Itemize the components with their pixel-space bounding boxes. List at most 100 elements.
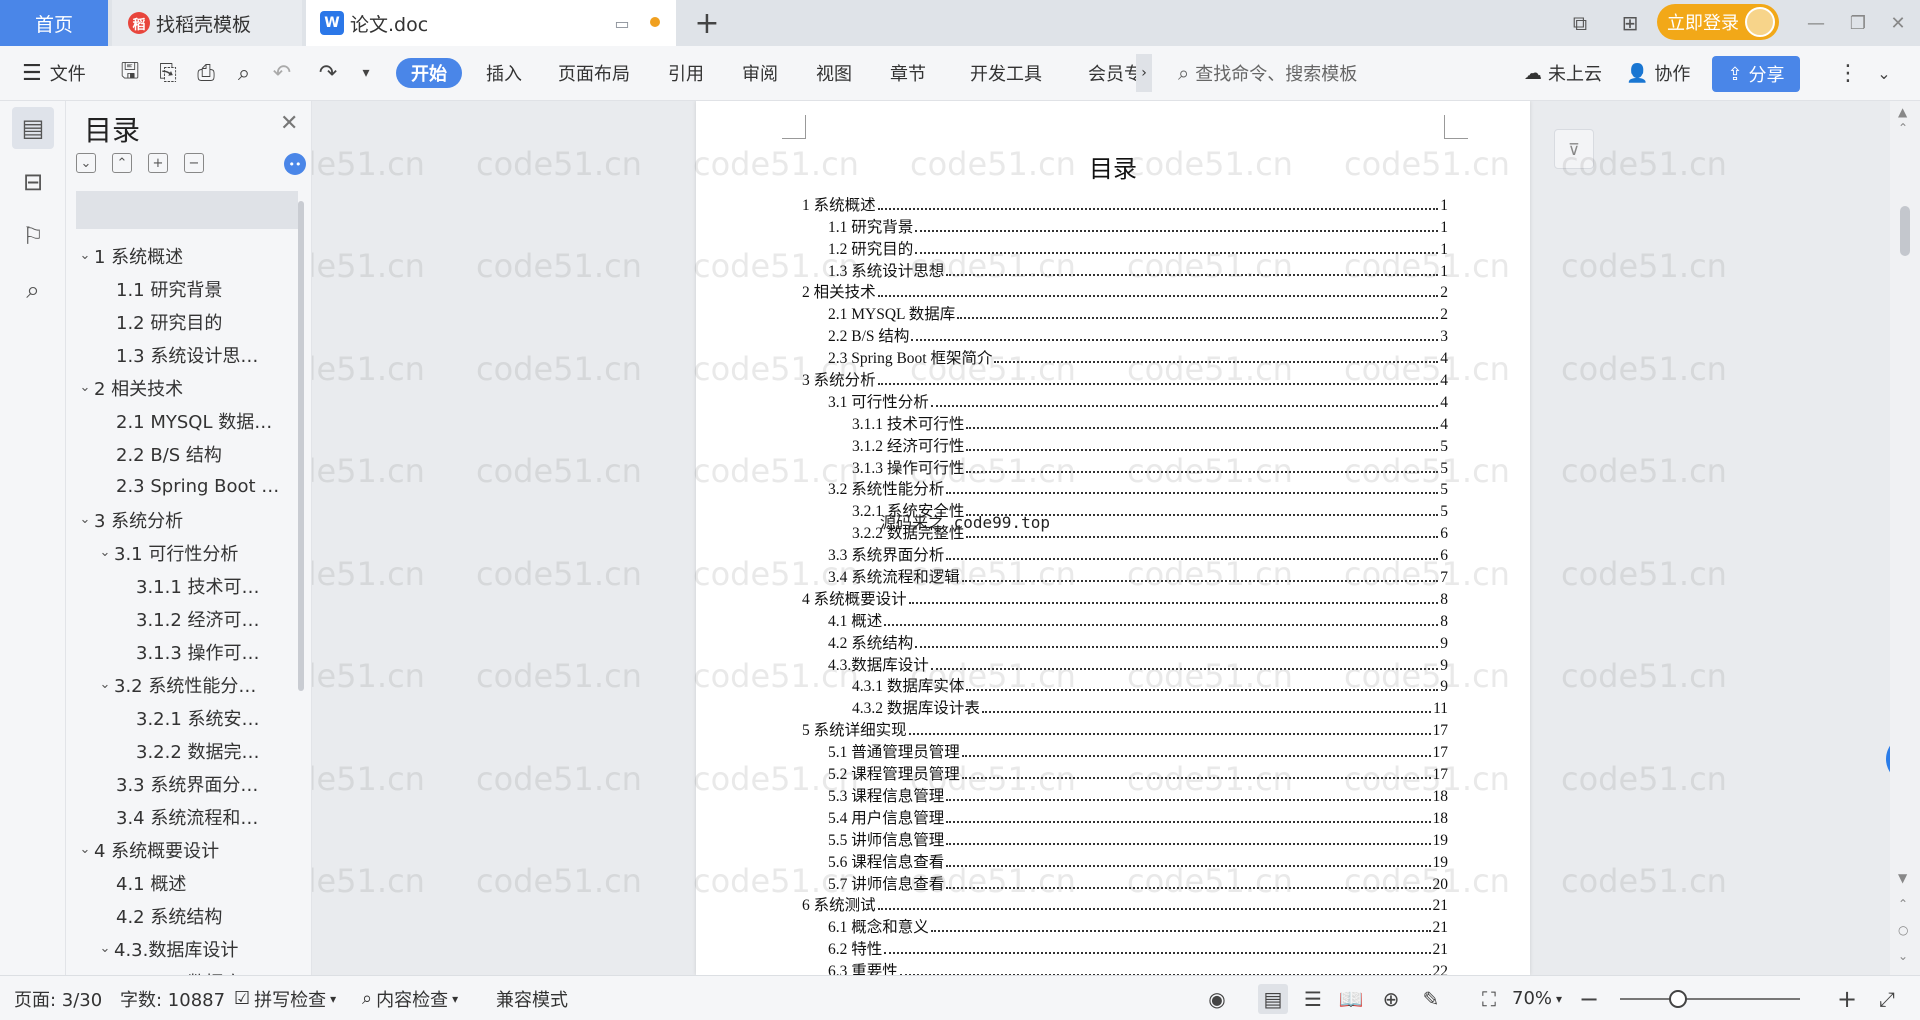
toc-entry[interactable]: 5.2 课程管理员管理 17	[802, 762, 1448, 784]
ribbon-tab-section[interactable]: 章节	[890, 54, 926, 92]
ribbon-tab-insert[interactable]: 插入	[486, 54, 522, 92]
redo-icon[interactable]: ↷	[312, 54, 344, 92]
toc-entry[interactable]: 3.1.1 技术可行性 4	[802, 412, 1448, 434]
ai-assistant-icon[interactable]: ••	[284, 153, 306, 175]
page-view-icon[interactable]: ▤	[1258, 984, 1288, 1014]
scroll-down-icon[interactable]: ▼	[1898, 871, 1907, 885]
close-icon[interactable]: ✕	[280, 111, 298, 136]
toc-item[interactable]: 3.1.2 经济可…	[76, 602, 298, 635]
minimize-icon[interactable]: —	[1796, 6, 1836, 40]
chevron-down-icon[interactable]: ⌄	[76, 380, 94, 395]
toc-entry[interactable]: 5.5 讲师信息管理 19	[802, 828, 1448, 850]
ribbon-tab-member[interactable]: 会员专	[1088, 54, 1142, 92]
toc-entry[interactable]: 5.4 用户信息管理 18	[802, 806, 1448, 828]
toc-item[interactable]: 4.2 系统结构	[76, 899, 298, 932]
scroll-up-icon[interactable]: ▲	[1898, 105, 1907, 119]
toc-entry[interactable]: 4 系统概要设计 8	[802, 587, 1448, 609]
toc-entry[interactable]: 2.1 MYSQL 数据库 2	[802, 302, 1448, 324]
toc-entry[interactable]: 3.3 系统界面分析 6	[802, 543, 1448, 565]
toc-entry[interactable]: 6.2 特性 21	[802, 937, 1448, 959]
share-button[interactable]: ⇪ 分享	[1712, 56, 1800, 92]
grid-apps-icon[interactable]: ⊞	[1612, 8, 1648, 38]
zoom-level[interactable]: 70% ▾	[1512, 976, 1562, 1020]
chevron-down-icon[interactable]: ⌄	[96, 545, 114, 560]
print-preview-icon[interactable]: ⌕	[228, 54, 260, 92]
chapter-nav-icon[interactable]: ⊟	[12, 161, 54, 203]
toc-entry[interactable]: 1.1 研究背景 1	[802, 215, 1448, 237]
toc-entry[interactable]: 5.7 讲师信息查看 20	[802, 872, 1448, 894]
ribbon-tab-developer[interactable]: 开发工具	[970, 54, 1042, 92]
toc-item[interactable]: 3.4 系统流程和…	[76, 800, 298, 833]
ribbon-tab-review[interactable]: 审阅	[742, 54, 778, 92]
toc-item[interactable]: ⌄ 4 系统概要设计	[76, 833, 298, 866]
toc-item[interactable]: ⌄ 2 相关技术	[76, 371, 298, 404]
fullscreen-icon[interactable]: ⤢	[1872, 984, 1902, 1014]
toc-entry[interactable]: 5 系统详细实现 17	[802, 718, 1448, 740]
tab-home[interactable]: 首页	[0, 0, 108, 46]
toc-entry[interactable]: 3 系统分析 4	[802, 368, 1448, 390]
zoom-slider-knob[interactable]	[1668, 990, 1687, 1008]
promote-level-icon[interactable]: +	[148, 153, 168, 173]
file-menu[interactable]: ☰ 文件	[22, 54, 86, 92]
export-pdf-icon[interactable]: ⎘	[152, 54, 184, 92]
toc-item[interactable]: 2.2 B/S 结构	[76, 437, 298, 470]
ribbon-tab-view[interactable]: 视图	[816, 54, 852, 92]
toc-item[interactable]: 3.2.1 系统安…	[76, 701, 298, 734]
toc-item[interactable]: ⌄ 3 系统分析	[76, 503, 298, 536]
toc-entry[interactable]: 6 系统测试 21	[802, 894, 1448, 916]
restore-icon[interactable]: ❐	[1838, 6, 1878, 40]
toc-entry[interactable]: 6.3 重要性 22	[802, 959, 1448, 975]
toc-scrollbar[interactable]	[298, 201, 304, 691]
quick-access-dropdown-icon[interactable]: ▾	[350, 54, 382, 92]
toc-entry[interactable]: 1 系统概述 1	[802, 193, 1448, 215]
expand-all-icon[interactable]: ⌄	[76, 153, 96, 173]
toc-entry[interactable]: 3.4 系统流程和逻辑 7	[802, 565, 1448, 587]
toc-entry[interactable]: 4.1 概述 8	[802, 609, 1448, 631]
select-browse-icon[interactable]: ○	[1898, 923, 1908, 937]
collapse-all-icon[interactable]: ⌃	[112, 153, 132, 173]
spell-check-button[interactable]: ☑ 拼写检查 ▾	[234, 976, 336, 1020]
toc-item[interactable]: 3.2.2 数据完…	[76, 734, 298, 767]
toc-entry[interactable]: 4.3.数据库设计 9	[802, 653, 1448, 675]
toc-entry[interactable]: 5.1 普通管理员管理 17	[802, 740, 1448, 762]
toc-entry[interactable]: 2 相关技术 2	[802, 281, 1448, 303]
toc-entry[interactable]: 2.2 B/S 结构 3	[802, 324, 1448, 346]
tab-daoke-templates[interactable]: 稻 找稻壳模板	[112, 0, 302, 46]
next-page-icon[interactable]: ⌄	[1898, 949, 1908, 963]
web-view-icon[interactable]: ⊕	[1376, 984, 1406, 1014]
toc-entry[interactable]: 3.1 可行性分析 4	[802, 390, 1448, 412]
save-icon[interactable]: 🖫	[114, 54, 146, 92]
collapse-ribbon-icon[interactable]: ⌄	[1868, 54, 1900, 92]
zoom-in-icon[interactable]: +	[1832, 984, 1862, 1014]
cloud-status[interactable]: ☁ 未上云	[1524, 54, 1602, 92]
chevron-down-icon[interactable]: ⌄	[76, 842, 94, 857]
eye-protect-icon[interactable]: ◉	[1202, 984, 1232, 1014]
toc-entry[interactable]: 1.3 系统设计思想 1	[802, 259, 1448, 281]
undo-icon[interactable]: ↶	[266, 54, 298, 92]
toc-entry[interactable]: 3.2 系统性能分析 5	[802, 478, 1448, 500]
toc-entry[interactable]: 4.3.1 数据库实体 9	[802, 675, 1448, 697]
toc-item[interactable]: 1.1 研究背景	[76, 272, 298, 305]
toc-item[interactable]: 4.3.1 数据库…	[76, 965, 298, 976]
toc-entry[interactable]: 5.6 课程信息查看 19	[802, 850, 1448, 872]
toc-item[interactable]: ⌄ 3.1 可行性分析	[76, 536, 298, 569]
toc-entry[interactable]: 5.3 课程信息管理 18	[802, 784, 1448, 806]
scrollbar-thumb[interactable]	[1900, 206, 1910, 256]
ribbon-tab-start[interactable]: 开始	[396, 58, 462, 88]
toc-entry[interactable]: 4.3.2 数据库设计表 11	[802, 696, 1448, 718]
scroll-page-up-icon[interactable]: ⌃	[1898, 121, 1908, 135]
reading-view-icon[interactable]: 📖	[1336, 984, 1366, 1014]
zoom-slider[interactable]	[1620, 990, 1800, 1008]
filter-icon[interactable]: ⊽	[1554, 129, 1594, 169]
word-count[interactable]: 字数: 10887	[120, 976, 225, 1020]
print-icon[interactable]: ⎙	[190, 54, 222, 92]
toc-item[interactable]: 3.1.1 技术可…	[76, 569, 298, 602]
toc-item[interactable]: 2.1 MYSQL 数据…	[76, 404, 298, 437]
toc-entry[interactable]: 1.2 研究目的 1	[802, 237, 1448, 259]
toc-item[interactable]: ⌄ 3.2 系统性能分…	[76, 668, 298, 701]
login-button[interactable]: 立即登录	[1657, 4, 1779, 40]
document-page[interactable]: 目录 1 系统概述 1 1.1 研究背景 1 1.2 研究目的 1 1.3 系统设计思想 1 2…	[696, 101, 1530, 975]
toc-item[interactable]: 4.1 概述	[76, 866, 298, 899]
new-tab-button[interactable]: +	[690, 6, 724, 41]
fit-page-icon[interactable]: ⛶	[1474, 984, 1504, 1014]
